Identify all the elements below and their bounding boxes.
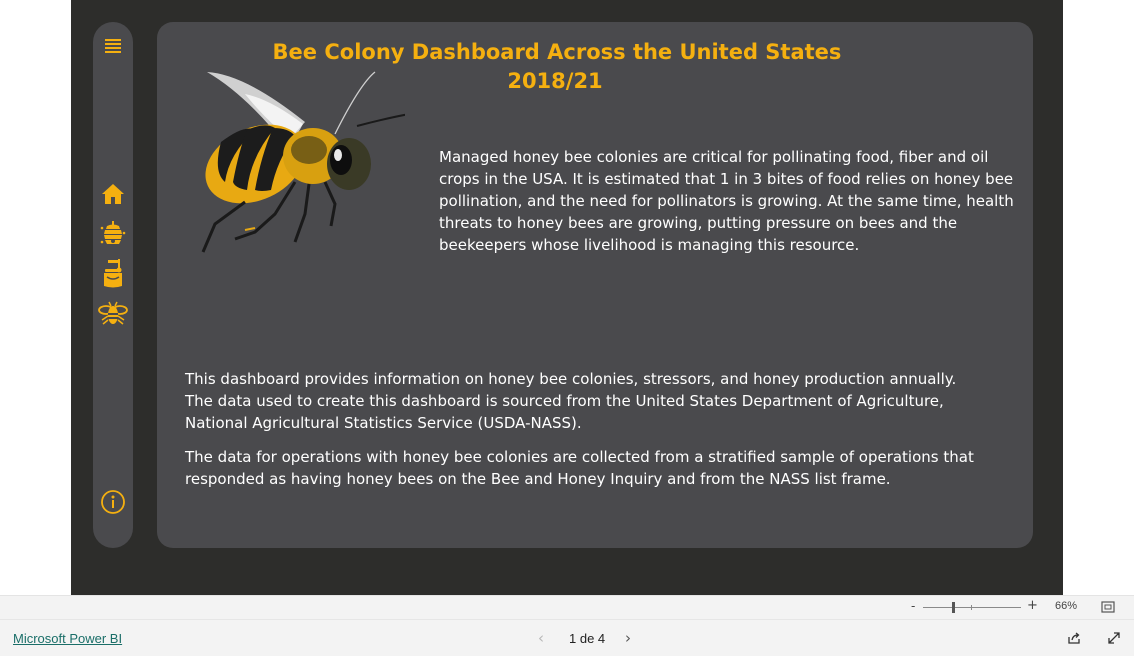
- honey-jar-icon[interactable]: [93, 258, 133, 290]
- zoom-level: 66%: [1055, 600, 1078, 612]
- dashboard-title: Bee Colony Dashboard Across the United S…: [272, 40, 842, 64]
- zoom-in-button[interactable]: +: [1027, 598, 1038, 613]
- share-icon[interactable]: [1067, 631, 1081, 645]
- beehive-icon[interactable]: [93, 218, 133, 250]
- fullscreen-icon[interactable]: [1107, 631, 1121, 645]
- nav-rail: [93, 22, 133, 548]
- zoom-bar: - + 66%: [0, 595, 1134, 619]
- data-source-line-2: The data used to create this dashboard i…: [185, 392, 944, 432]
- right-margin: [1063, 0, 1134, 595]
- zoom-slider-center-tick: [971, 605, 972, 610]
- intro-card: Bee Colony Dashboard Across the United S…: [157, 22, 1033, 548]
- menu-icon[interactable]: [93, 30, 133, 62]
- zoom-slider-thumb[interactable]: [952, 602, 955, 613]
- zoom-out-button[interactable]: -: [911, 599, 915, 613]
- methodology-paragraph: The data for operations with honey bee c…: [185, 448, 974, 488]
- left-margin: [0, 0, 71, 595]
- zoom-slider-track[interactable]: [923, 607, 1021, 608]
- intro-paragraph: Managed honey bee colonies are critical …: [439, 148, 1014, 254]
- data-source-line-1: This dashboard provides information on h…: [185, 370, 957, 388]
- power-bi-link[interactable]: Microsoft Power BI: [13, 631, 122, 646]
- home-icon[interactable]: [93, 178, 133, 210]
- info-icon[interactable]: [93, 486, 133, 518]
- page-indicator: 1 de 4: [569, 631, 606, 646]
- data-source-paragraph: This dashboard provides information on h…: [185, 368, 1005, 434]
- previous-page-button[interactable]: ‹: [538, 629, 544, 647]
- viewer-footer: Microsoft Power BI ‹ 1 de 4 ›: [0, 619, 1134, 656]
- fit-to-page-icon[interactable]: [1101, 601, 1115, 613]
- bee-icon[interactable]: [93, 298, 133, 330]
- bee-illustration: [201, 71, 405, 253]
- next-page-button[interactable]: ›: [625, 629, 631, 647]
